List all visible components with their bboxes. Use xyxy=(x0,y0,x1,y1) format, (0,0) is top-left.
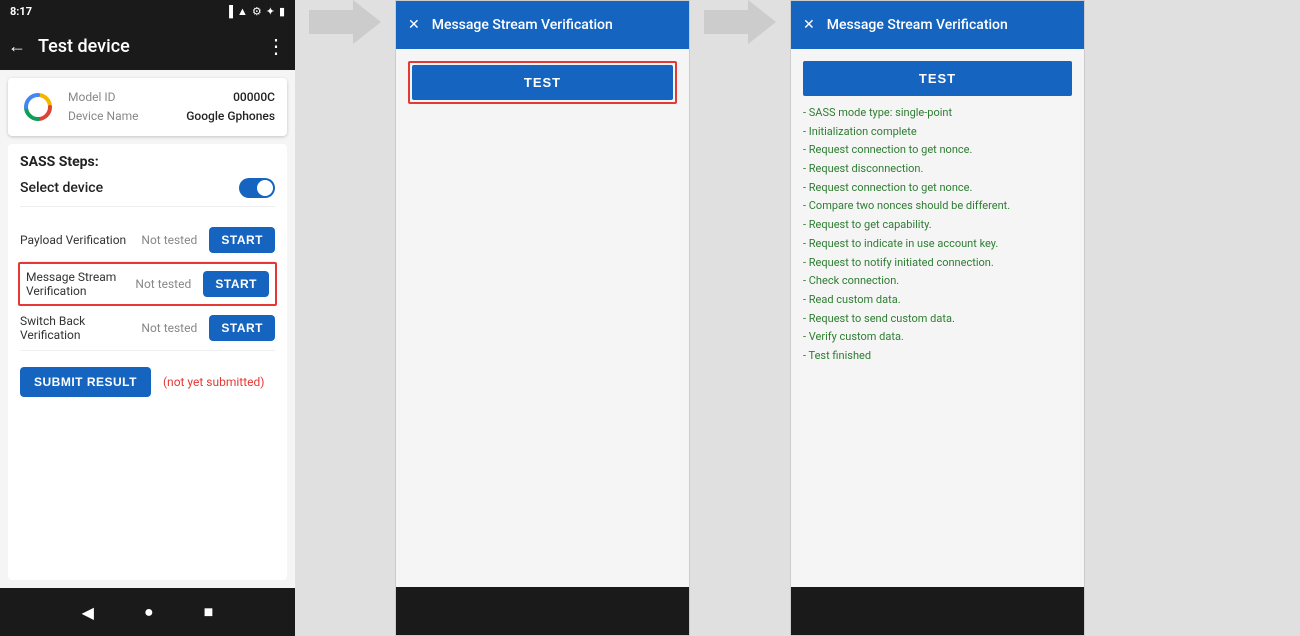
result-item: - Request to notify initiated connection… xyxy=(803,254,1072,273)
sass-title: SASS Steps: xyxy=(20,154,275,170)
status-time: 8:17 xyxy=(10,5,32,18)
arrow-1 xyxy=(295,0,395,44)
dialog-2-title: Message Stream Verification xyxy=(827,17,1008,33)
dialog-1-content: TEST xyxy=(396,49,689,587)
model-id-label: Model ID xyxy=(68,88,115,107)
device-info-rows: Model ID 00000C Device Name Google Gphon… xyxy=(68,88,275,126)
result-item: - Request to send custom data. xyxy=(803,310,1072,329)
result-item: - Request connection to get nonce. xyxy=(803,179,1072,198)
results-list: - SASS mode type: single-point- Initiali… xyxy=(803,104,1072,366)
result-item: - SASS mode type: single-point xyxy=(803,104,1072,123)
sass-section: SASS Steps: Select device Payload Verifi… xyxy=(8,144,287,580)
dialog-1-test-button[interactable]: TEST xyxy=(412,65,673,100)
toggle-knob xyxy=(257,180,273,196)
result-item: - Request disconnection. xyxy=(803,160,1072,179)
arrow-2 xyxy=(690,0,790,44)
dialog-panel-2: ✕ Message Stream Verification TEST - SAS… xyxy=(790,0,1085,636)
message-stream-verification-status: Not tested xyxy=(135,277,195,291)
message-stream-verification-row: Message StreamVerification Not tested ST… xyxy=(18,262,277,306)
menu-button[interactable]: ⋮ xyxy=(266,34,287,58)
wifi-icon: ▲ xyxy=(237,5,248,18)
test-button-area-1: TEST xyxy=(408,61,677,104)
dialog-2-test-button[interactable]: TEST xyxy=(803,61,1072,96)
dialog-2-close-button[interactable]: ✕ xyxy=(803,17,815,33)
phone-panel: 8:17 ▐ ▲ ⚙ ✦ ▮ ← Test device ⋮ Model xyxy=(0,0,295,636)
dialog-2-bottom-bar xyxy=(791,587,1084,635)
device-name-label: Device Name xyxy=(68,107,139,126)
device-logo xyxy=(20,89,56,125)
signal-icon: ▐ xyxy=(225,5,233,18)
result-item: - Initialization complete xyxy=(803,123,1072,142)
nav-recent-button[interactable]: ■ xyxy=(204,602,214,622)
switch-back-verification-status: Not tested xyxy=(141,321,201,335)
payload-verification-status: Not tested xyxy=(141,233,201,247)
result-item: - Read custom data. xyxy=(803,291,1072,310)
model-id-row: Model ID 00000C xyxy=(68,88,275,107)
dialog-1-title: Message Stream Verification xyxy=(432,17,613,33)
device-info-card: Model ID 00000C Device Name Google Gphon… xyxy=(8,78,287,136)
select-device-row: Select device xyxy=(20,178,275,207)
payload-verification-start-button[interactable]: START xyxy=(209,227,275,253)
switch-back-verification-label: Switch Back Verification xyxy=(20,314,133,342)
submit-section: SUBMIT RESULT (not yet submitted) xyxy=(20,367,275,397)
result-item: - Check connection. xyxy=(803,272,1072,291)
device-name-value: Google Gphones xyxy=(186,107,275,126)
dialog-2-header: ✕ Message Stream Verification xyxy=(791,1,1084,49)
dialog-panel-1: ✕ Message Stream Verification TEST xyxy=(395,0,690,636)
switch-back-verification-row: Switch Back Verification Not tested STAR… xyxy=(20,306,275,351)
select-device-label: Select device xyxy=(20,180,103,196)
status-bar: 8:17 ▐ ▲ ⚙ ✦ ▮ xyxy=(0,0,295,22)
dialog-1-header: ✕ Message Stream Verification xyxy=(396,1,689,49)
dialog-2-content: TEST - SASS mode type: single-point- Ini… xyxy=(791,49,1084,587)
app-toolbar: ← Test device ⋮ xyxy=(0,22,295,70)
app-screen: ← Test device ⋮ Model ID 00000C Device N… xyxy=(0,22,295,588)
result-item: - Request connection to get nonce. xyxy=(803,141,1072,160)
result-item: - Request to indicate in use account key… xyxy=(803,235,1072,254)
message-stream-verification-start-button[interactable]: START xyxy=(203,271,269,297)
not-submitted-label: (not yet submitted) xyxy=(163,375,265,389)
result-item: - Compare two nonces should be different… xyxy=(803,197,1072,216)
bluetooth-icon: ✦ xyxy=(266,5,275,18)
dialog-1-close-button[interactable]: ✕ xyxy=(408,17,420,33)
battery-icon: ▮ xyxy=(279,5,285,18)
device-name-row: Device Name Google Gphones xyxy=(68,107,275,126)
app-title: Test device xyxy=(38,36,254,57)
payload-verification-label: Payload Verification xyxy=(20,233,133,247)
phone-nav-bar: ◀ ● ■ xyxy=(0,588,295,636)
message-stream-verification-label: Message StreamVerification xyxy=(26,270,127,298)
switch-back-verification-start-button[interactable]: START xyxy=(209,315,275,341)
nav-home-button[interactable]: ● xyxy=(144,602,154,622)
result-item: - Test finished xyxy=(803,347,1072,366)
select-device-toggle[interactable] xyxy=(239,178,275,198)
submit-result-button[interactable]: SUBMIT RESULT xyxy=(20,367,151,397)
settings-icon: ⚙ xyxy=(252,5,262,18)
dialog-1-bottom-bar xyxy=(396,587,689,635)
back-button[interactable]: ← xyxy=(8,36,26,57)
model-id-value: 00000C xyxy=(233,88,275,107)
nav-back-button[interactable]: ◀ xyxy=(82,603,94,622)
payload-verification-row: Payload Verification Not tested START xyxy=(20,219,275,262)
status-icons: ▐ ▲ ⚙ ✦ ▮ xyxy=(225,5,285,18)
result-item: - Request to get capability. xyxy=(803,216,1072,235)
result-item: - Verify custom data. xyxy=(803,328,1072,347)
